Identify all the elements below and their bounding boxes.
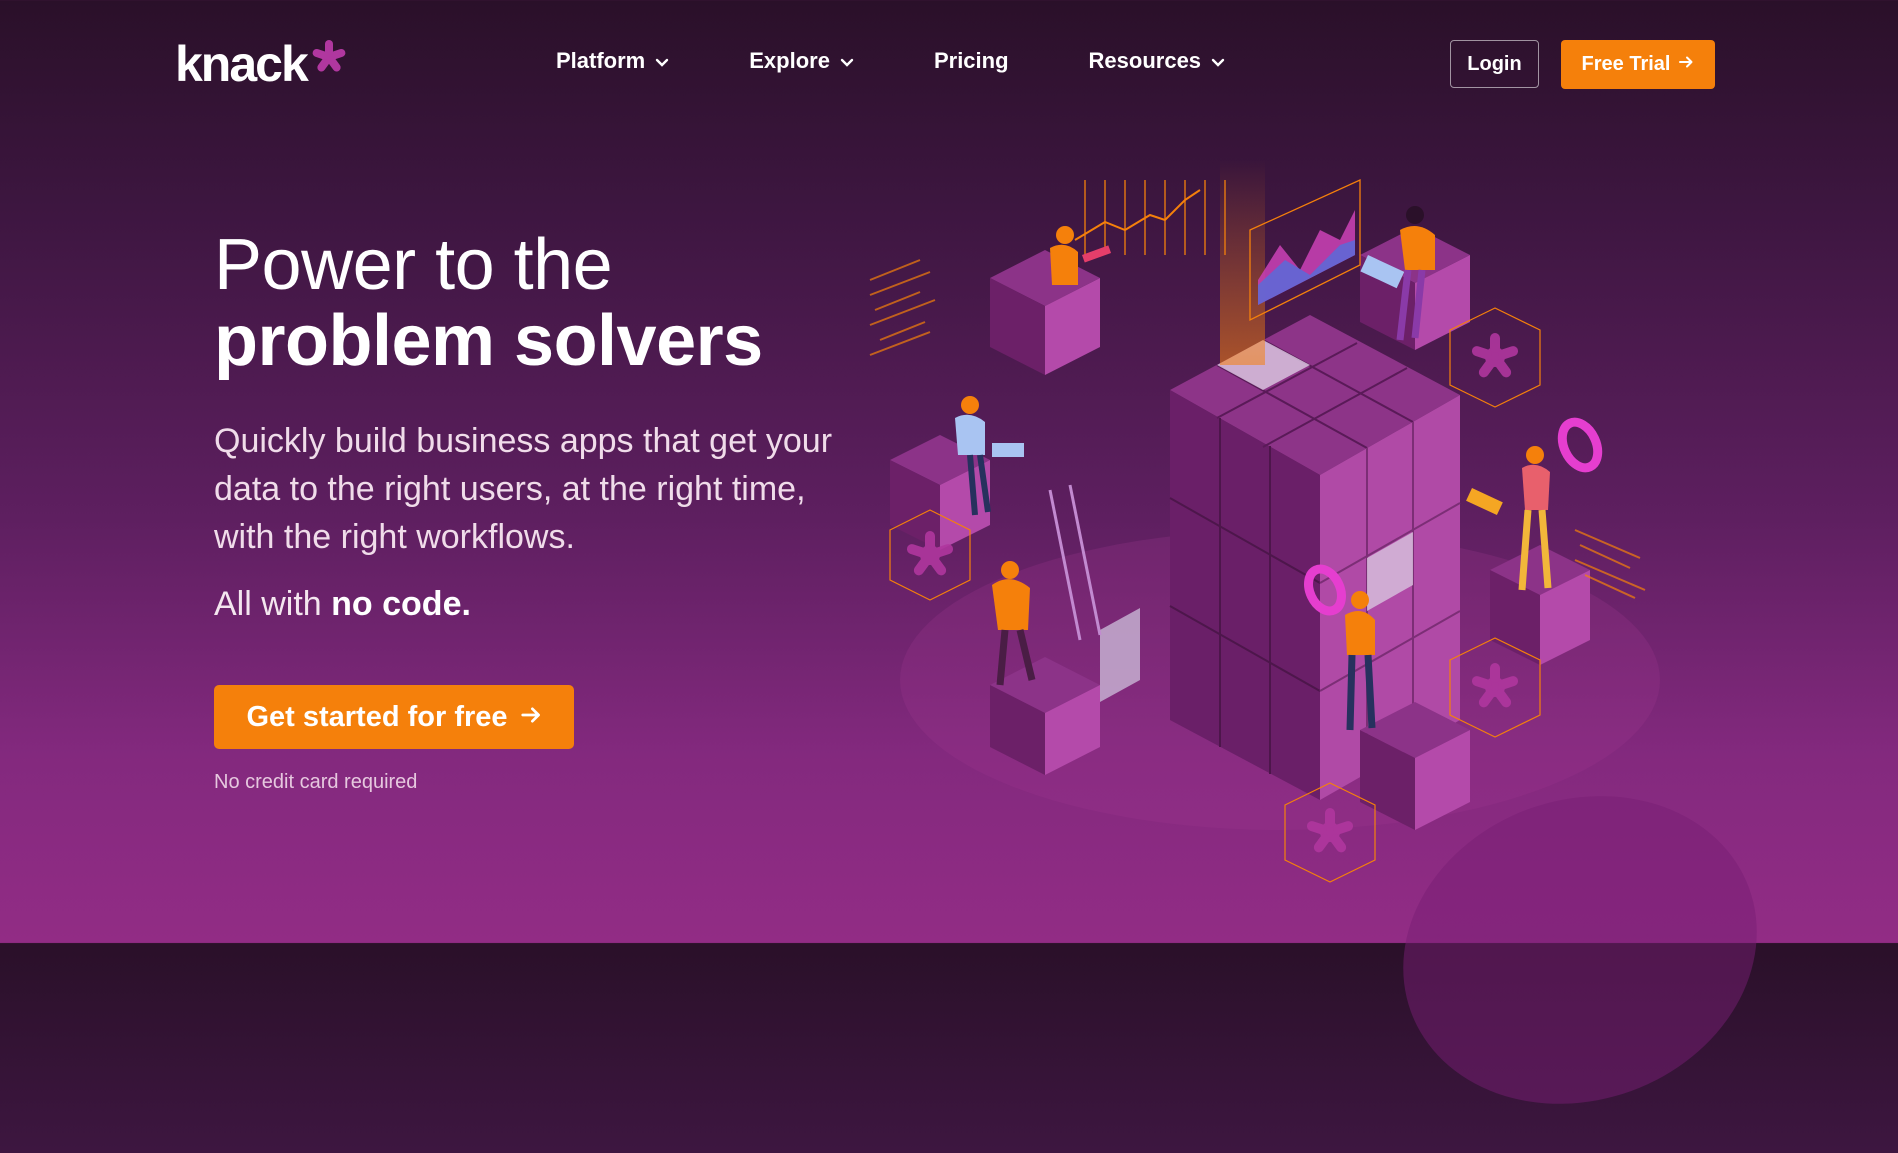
main-menu: Platform Explore Pricing Resources [556, 48, 1225, 74]
get-started-label: Get started for free [246, 700, 508, 733]
nav-item-explore[interactable]: Explore [749, 48, 854, 74]
nav-item-label: Explore [749, 48, 830, 73]
chevron-down-icon [840, 48, 854, 74]
chevron-down-icon [655, 48, 669, 74]
hero-text: Power to the problem solvers Quickly bui… [214, 225, 854, 624]
top-nav: knack Platform Explore Pricing Resources… [0, 0, 1898, 130]
nav-item-label: Platform [556, 48, 646, 73]
nav-item-resources[interactable]: Resources [1089, 48, 1226, 74]
free-trial-label: Free Trial [1581, 53, 1671, 75]
arrow-right-icon [1678, 53, 1694, 76]
hero-headline-line1: Power to the [214, 225, 613, 305]
nav-item-platform[interactable]: Platform [556, 48, 669, 74]
floating-area-chart [1249, 178, 1361, 322]
asterisk-icon [311, 39, 347, 80]
chevron-down-icon [1211, 48, 1225, 74]
nav-item-label: Pricing [933, 48, 1009, 73]
knack-logo[interactable]: knack [175, 36, 347, 92]
floating-line-chart [1074, 180, 1226, 255]
hero-subtitle: Quickly build business apps that get you… [214, 422, 833, 556]
arrow-right-icon [520, 701, 542, 734]
logo-wordmark: knack [175, 36, 309, 92]
get-started-button[interactable]: Get started for free [214, 685, 574, 749]
hero-illustration [860, 160, 1700, 900]
hero-headline-line2: problem solvers [214, 301, 763, 381]
tagline-bold: no code. [331, 585, 471, 623]
login-button[interactable]: Login [1450, 40, 1539, 88]
free-trial-button[interactable]: Free Trial [1561, 40, 1715, 89]
nav-item-pricing[interactable]: Pricing [934, 48, 1009, 74]
no-credit-card-note: No credit card required [214, 771, 418, 793]
hero-tagline: All with no code. [214, 585, 854, 624]
tagline-prefix: All with [214, 585, 332, 623]
nav-item-label: Resources [1088, 48, 1202, 73]
